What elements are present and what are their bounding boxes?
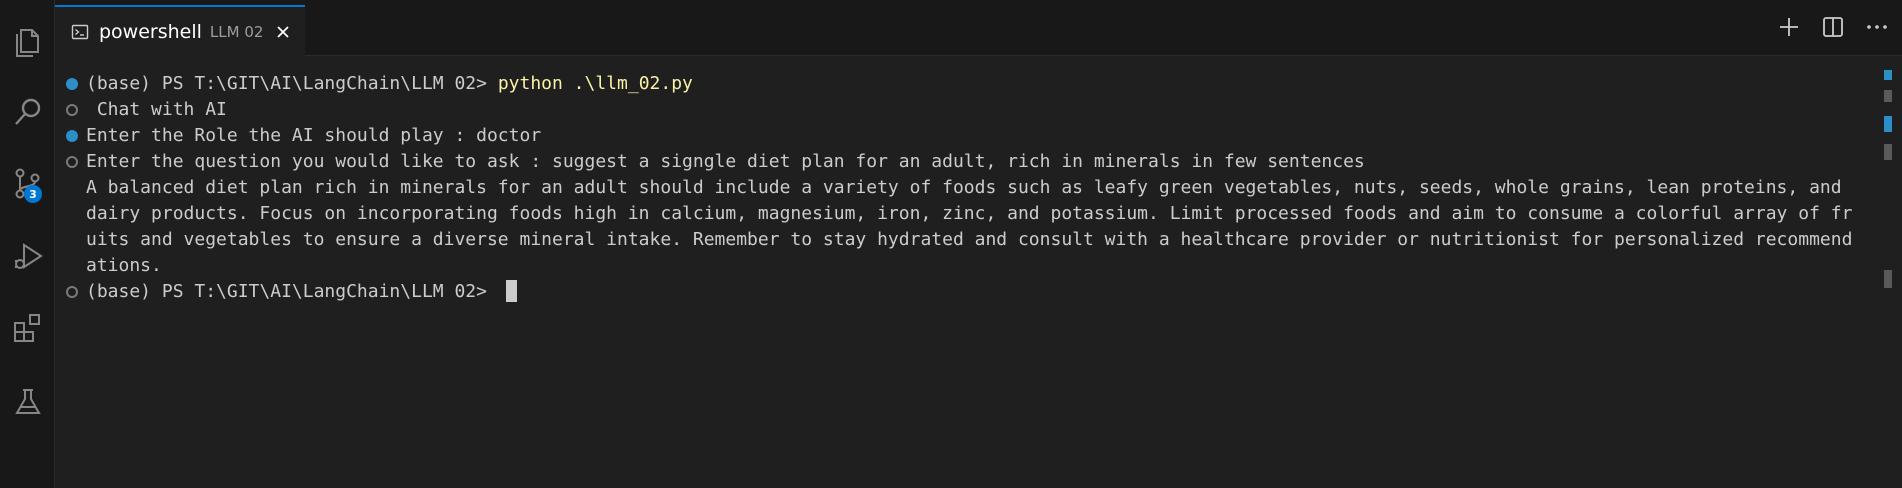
testing-button[interactable] bbox=[0, 378, 55, 426]
command-decoration[interactable] bbox=[66, 286, 78, 298]
close-icon[interactable] bbox=[275, 24, 291, 40]
scroll-marker bbox=[1884, 90, 1892, 102]
terminal-line: dairy products. Focus on incorporating f… bbox=[86, 203, 1853, 224]
prompt-text: (base) PS T:\GIT\AI\LangChain\LLM 02> bbox=[86, 281, 498, 302]
command-decoration[interactable] bbox=[66, 78, 78, 90]
command-decoration[interactable] bbox=[66, 130, 78, 142]
command-text: python .\llm_02.py bbox=[497, 73, 693, 94]
terminal-line: (base) PS T:\GIT\AI\LangChain\LLM 02> bbox=[86, 279, 517, 305]
terminal-icon bbox=[71, 23, 89, 41]
terminal-tab[interactable]: powershell LLM 02 bbox=[55, 5, 305, 56]
scroll-marker bbox=[1884, 116, 1892, 132]
extensions-icon bbox=[13, 314, 40, 342]
search-button[interactable] bbox=[0, 88, 55, 136]
prompt-text: (base) PS T:\GIT\AI\LangChain\LLM 02> bbox=[86, 73, 498, 94]
terminal-line: uits and vegetables to ensure a diverse … bbox=[86, 229, 1853, 250]
terminal-line: A balanced diet plan rich in minerals fo… bbox=[86, 177, 1842, 198]
activity-bar: 3 bbox=[0, 0, 55, 488]
search-icon bbox=[14, 98, 40, 125]
terminal-line: ations. bbox=[86, 255, 162, 276]
terminal-line: Chat with AI bbox=[86, 99, 227, 120]
terminal-output[interactable]: (base) PS T:\GIT\AI\LangChain\LLM 02> py… bbox=[55, 56, 1879, 488]
extensions-button[interactable] bbox=[0, 304, 55, 352]
terminal-tab-bar: powershell LLM 02 bbox=[55, 0, 1902, 56]
terminal-cursor bbox=[505, 280, 517, 302]
tab-description: LLM 02 bbox=[209, 22, 264, 41]
plus-icon[interactable] bbox=[1776, 14, 1802, 40]
explorer-icon bbox=[15, 29, 39, 57]
terminal-actions bbox=[1776, 14, 1890, 40]
tab-title: powershell bbox=[99, 20, 202, 43]
source-control-button[interactable]: 3 bbox=[0, 159, 55, 207]
scroll-marker bbox=[1884, 70, 1892, 80]
split-terminal-icon[interactable] bbox=[1820, 14, 1846, 40]
scroll-marker bbox=[1884, 144, 1892, 160]
terminal-line: Enter the question you would like to ask… bbox=[86, 151, 1365, 172]
terminal-line: Enter the Role the AI should play : doct… bbox=[86, 125, 542, 146]
explorer-button[interactable] bbox=[0, 17, 55, 65]
more-icon[interactable] bbox=[1864, 14, 1890, 40]
source-control-badge: 3 bbox=[24, 185, 42, 203]
command-decoration[interactable] bbox=[66, 104, 78, 116]
command-decoration[interactable] bbox=[66, 156, 78, 168]
testing-icon bbox=[14, 389, 41, 414]
terminal-scrollbar[interactable] bbox=[1884, 62, 1892, 482]
run-debug-icon bbox=[14, 243, 43, 269]
terminal-line: (base) PS T:\GIT\AI\LangChain\LLM 02> py… bbox=[86, 71, 693, 97]
run-debug-button[interactable] bbox=[0, 232, 55, 280]
scroll-marker bbox=[1884, 270, 1892, 288]
